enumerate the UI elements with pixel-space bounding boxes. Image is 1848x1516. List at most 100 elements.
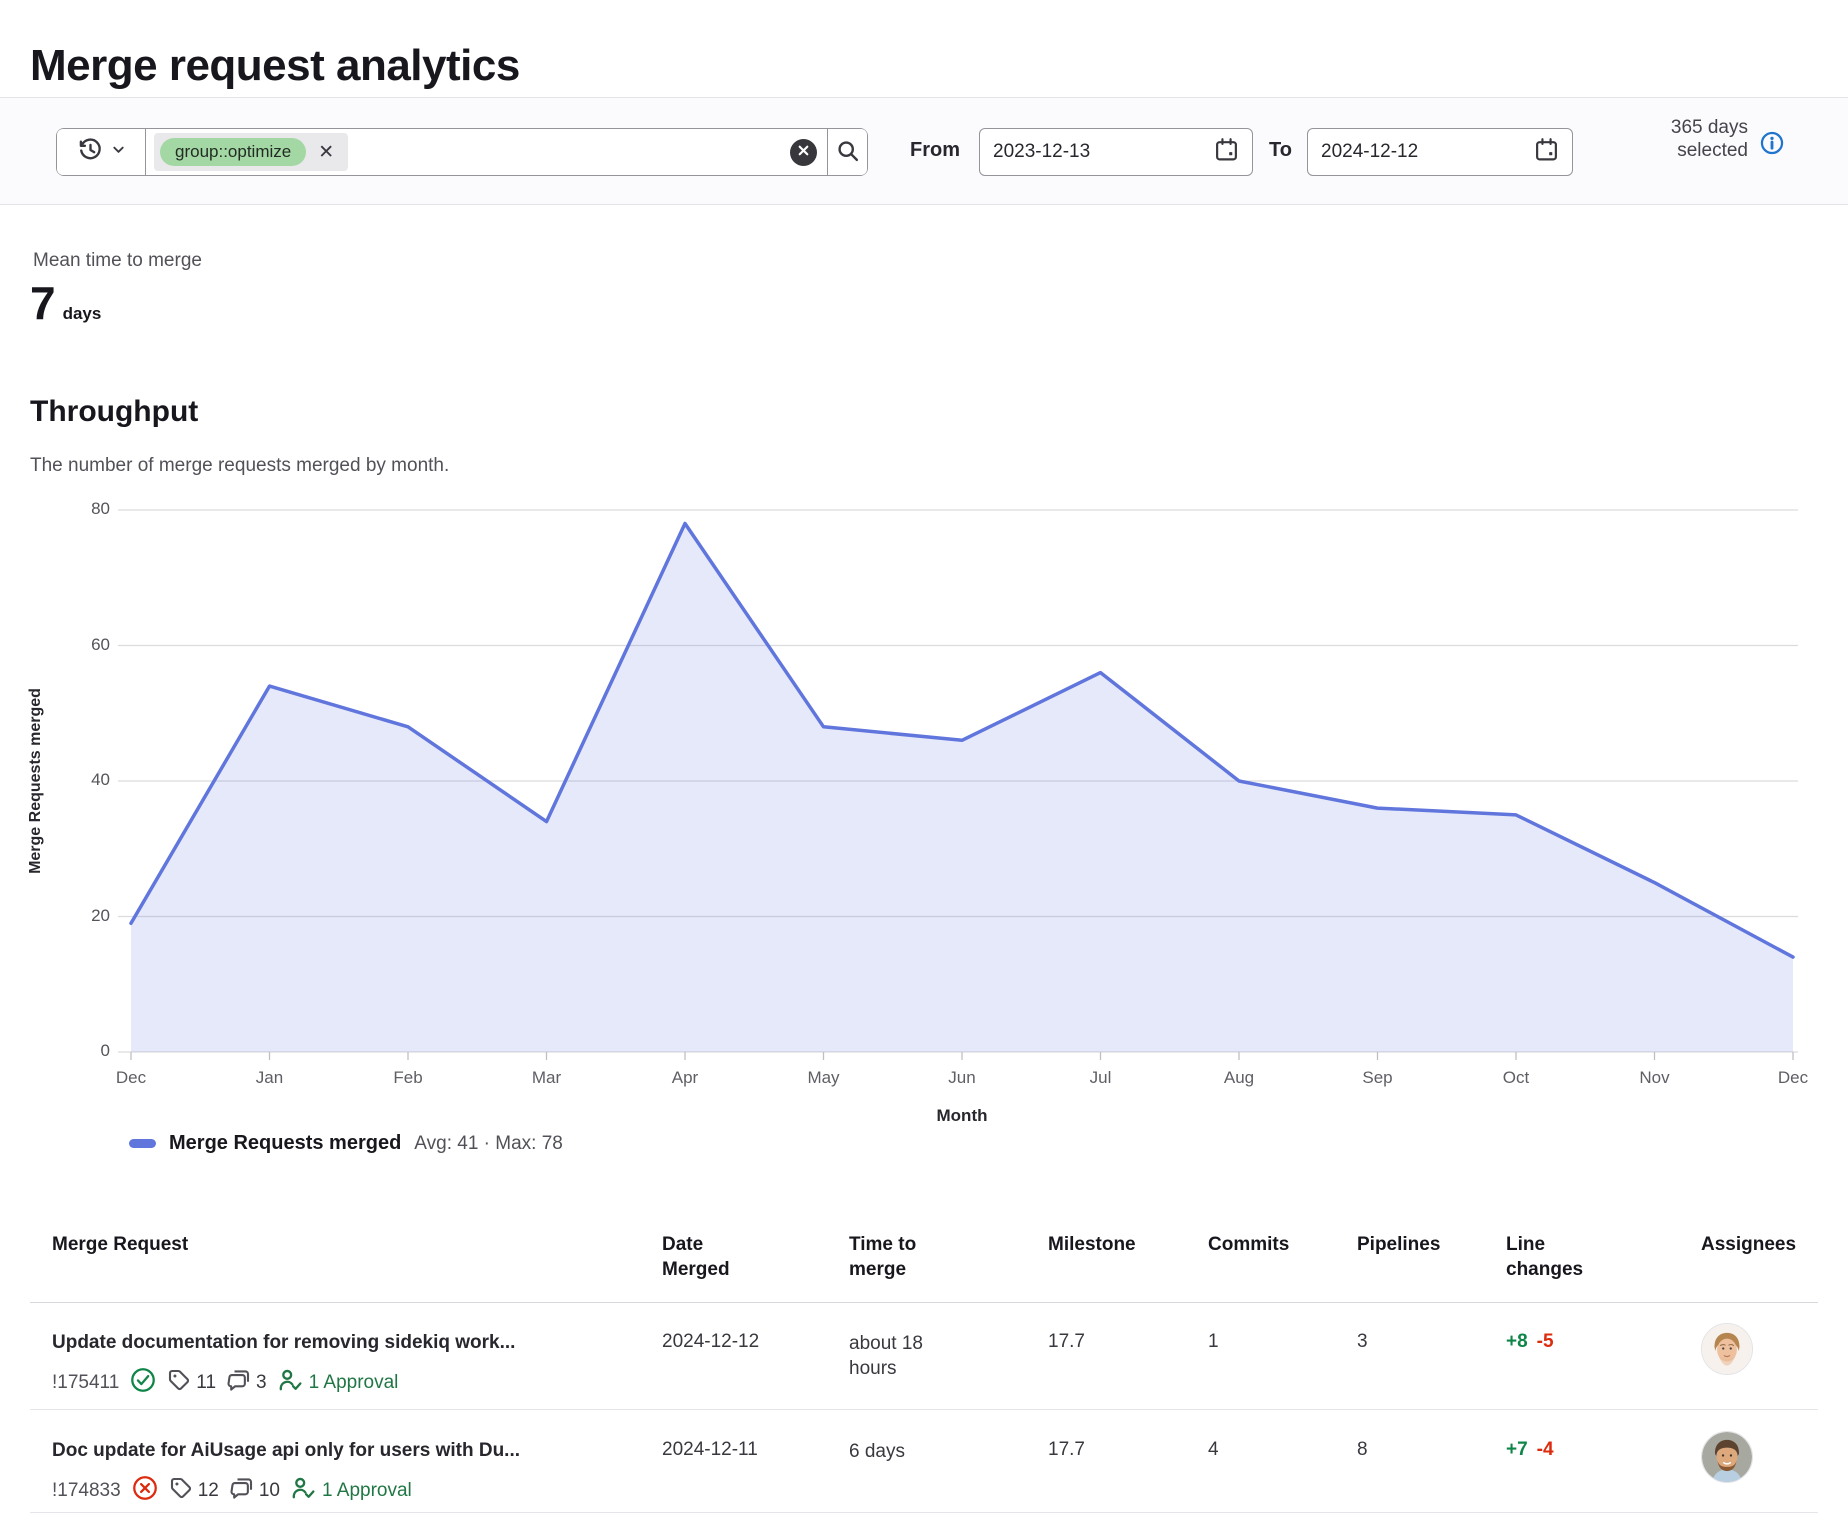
to-date-label: To xyxy=(1269,139,1292,162)
table-row: Update documentation for removing sideki… xyxy=(30,1303,1818,1410)
comments-count[interactable]: 10 xyxy=(230,1476,280,1506)
mean-time-stat: 7 days xyxy=(30,280,101,326)
approval-person-check-icon xyxy=(291,1476,316,1507)
assignee-avatar[interactable] xyxy=(1701,1323,1753,1375)
date-merged-cell: 2024-12-12 xyxy=(662,1303,849,1409)
x-circle-icon xyxy=(132,1475,158,1507)
filter-token[interactable]: group::optimize ✕ xyxy=(154,133,348,171)
assignee-avatar[interactable] xyxy=(1701,1431,1753,1483)
milestone-cell: 17.7 xyxy=(1048,1303,1208,1409)
throughput-heading: Throughput xyxy=(30,395,198,429)
filter-token-label: group::optimize xyxy=(160,138,306,166)
comments-icon xyxy=(227,1368,251,1398)
to-date-value: 2024-12-12 xyxy=(1321,141,1418,163)
comments-icon xyxy=(230,1476,254,1506)
pipelines-cell: 3 xyxy=(1357,1303,1506,1409)
approvals-badge: 1 Approval xyxy=(278,1368,399,1399)
x-axis-tick-labels: Dec Jan Feb Mar Apr May Jun Jul Aug Sep Oct Nov Dec xyxy=(0,1068,1848,1092)
column-header-merge-request: Merge Request xyxy=(30,1232,662,1302)
mr-id[interactable]: !174833 xyxy=(52,1480,121,1502)
column-header-line-changes: Line changes xyxy=(1506,1232,1601,1302)
x-axis-tick-label: Jun xyxy=(948,1068,975,1088)
comments-count-value: 10 xyxy=(259,1480,280,1502)
approvals-label: 1 Approval xyxy=(322,1480,412,1502)
x-axis-tick-label: Mar xyxy=(532,1068,561,1088)
history-icon xyxy=(77,136,104,168)
x-axis-tick-label: Feb xyxy=(393,1068,422,1088)
line-changes-cell: +8 -5 xyxy=(1506,1331,1701,1353)
mean-time-label: Mean time to merge xyxy=(33,250,202,272)
close-icon xyxy=(797,144,810,160)
search-submit-button[interactable] xyxy=(827,129,867,175)
chart-legend[interactable]: Merge Requests merged Avg: 41 · Max: 78 xyxy=(129,1132,563,1155)
from-date-value: 2023-12-13 xyxy=(993,141,1090,163)
legend-summary: Avg: 41 · Max: 78 xyxy=(414,1133,563,1155)
x-axis-tick-label: Dec xyxy=(116,1068,146,1088)
mean-time-value: 7 xyxy=(30,280,56,326)
x-axis-tick-label: Jul xyxy=(1090,1068,1112,1088)
column-header-time-to-merge: Time to merge xyxy=(849,1232,944,1302)
search-icon xyxy=(836,139,860,166)
mr-id[interactable]: !175411 xyxy=(52,1372,119,1394)
x-axis-tick-label: Apr xyxy=(672,1068,698,1088)
x-axis-tick-label: Aug xyxy=(1224,1068,1254,1088)
page-title: Merge request analytics xyxy=(30,41,520,91)
comments-count[interactable]: 3 xyxy=(227,1368,267,1398)
throughput-area-chart[interactable] xyxy=(0,495,1848,1075)
approval-person-check-icon xyxy=(278,1368,303,1399)
to-date-input[interactable]: 2024-12-12 xyxy=(1307,128,1573,176)
legend-swatch xyxy=(129,1139,156,1148)
labels-count: 12 xyxy=(169,1476,219,1506)
pipelines-cell: 8 xyxy=(1357,1411,1506,1512)
from-date-input[interactable]: 2023-12-13 xyxy=(979,128,1253,176)
x-axis-tick-label: Jan xyxy=(256,1068,283,1088)
x-axis-tick-label: Dec xyxy=(1778,1068,1808,1088)
approvals-label: 1 Approval xyxy=(309,1372,399,1394)
commits-cell: 4 xyxy=(1208,1411,1357,1512)
clear-search-button[interactable] xyxy=(790,139,817,166)
x-axis-tick-label: Oct xyxy=(1503,1068,1529,1088)
info-icon[interactable] xyxy=(1760,131,1784,155)
throughput-description: The number of merge requests merged by m… xyxy=(30,455,449,477)
legend-series-label: Merge Requests merged xyxy=(169,1132,401,1155)
filter-bar: group::optimize ✕ From 2023-12-13 xyxy=(0,97,1848,205)
search-history-button[interactable] xyxy=(57,129,146,175)
x-axis-tick-label: May xyxy=(807,1068,839,1088)
labels-count: 11 xyxy=(167,1368,216,1398)
column-header-assignees: Assignees xyxy=(1701,1232,1818,1302)
mr-table-header: Merge Request Date Merged Time to merge … xyxy=(30,1232,1818,1303)
mr-title-link[interactable]: Doc update for AiUsage api only for user… xyxy=(52,1439,662,1463)
mean-time-unit: days xyxy=(63,304,102,324)
check-circle-icon xyxy=(130,1367,156,1399)
column-header-milestone: Milestone xyxy=(1048,1232,1208,1302)
search-input-area[interactable]: group::optimize ✕ xyxy=(146,129,790,175)
time-to-merge-cell: about 18 hours xyxy=(849,1331,944,1381)
comments-count-value: 3 xyxy=(256,1372,267,1394)
from-date-label: From xyxy=(910,139,960,162)
additions-value: +7 xyxy=(1506,1439,1528,1461)
table-row: Doc update for AiUsage api only for user… xyxy=(30,1411,1818,1513)
column-header-pipelines: Pipelines xyxy=(1357,1232,1506,1302)
chevron-down-icon xyxy=(111,142,126,162)
label-tag-icon xyxy=(169,1476,193,1506)
commits-cell: 1 xyxy=(1208,1303,1357,1409)
column-header-date-merged: Date Merged xyxy=(662,1232,757,1302)
column-header-commits: Commits xyxy=(1208,1232,1357,1302)
date-range-summary: 365 days selected xyxy=(1642,116,1748,162)
date-merged-cell: 2024-12-11 xyxy=(662,1411,849,1512)
approvals-badge: 1 Approval xyxy=(291,1476,412,1507)
labels-count-value: 11 xyxy=(196,1372,216,1394)
calendar-icon[interactable] xyxy=(1214,137,1239,167)
x-axis-tick-label: Sep xyxy=(1362,1068,1392,1088)
filtered-search[interactable]: group::optimize ✕ xyxy=(56,128,868,176)
filter-token-remove-button[interactable]: ✕ xyxy=(308,143,344,162)
deletions-value: -4 xyxy=(1537,1439,1554,1461)
labels-count-value: 12 xyxy=(198,1480,219,1502)
mr-title-link[interactable]: Update documentation for removing sideki… xyxy=(52,1331,662,1355)
deletions-value: -5 xyxy=(1537,1331,1554,1353)
time-to-merge-cell: 6 days xyxy=(849,1439,944,1464)
calendar-icon[interactable] xyxy=(1534,137,1559,167)
milestone-cell: 17.7 xyxy=(1048,1411,1208,1512)
x-axis-tick-label: Nov xyxy=(1639,1068,1669,1088)
additions-value: +8 xyxy=(1506,1331,1528,1353)
